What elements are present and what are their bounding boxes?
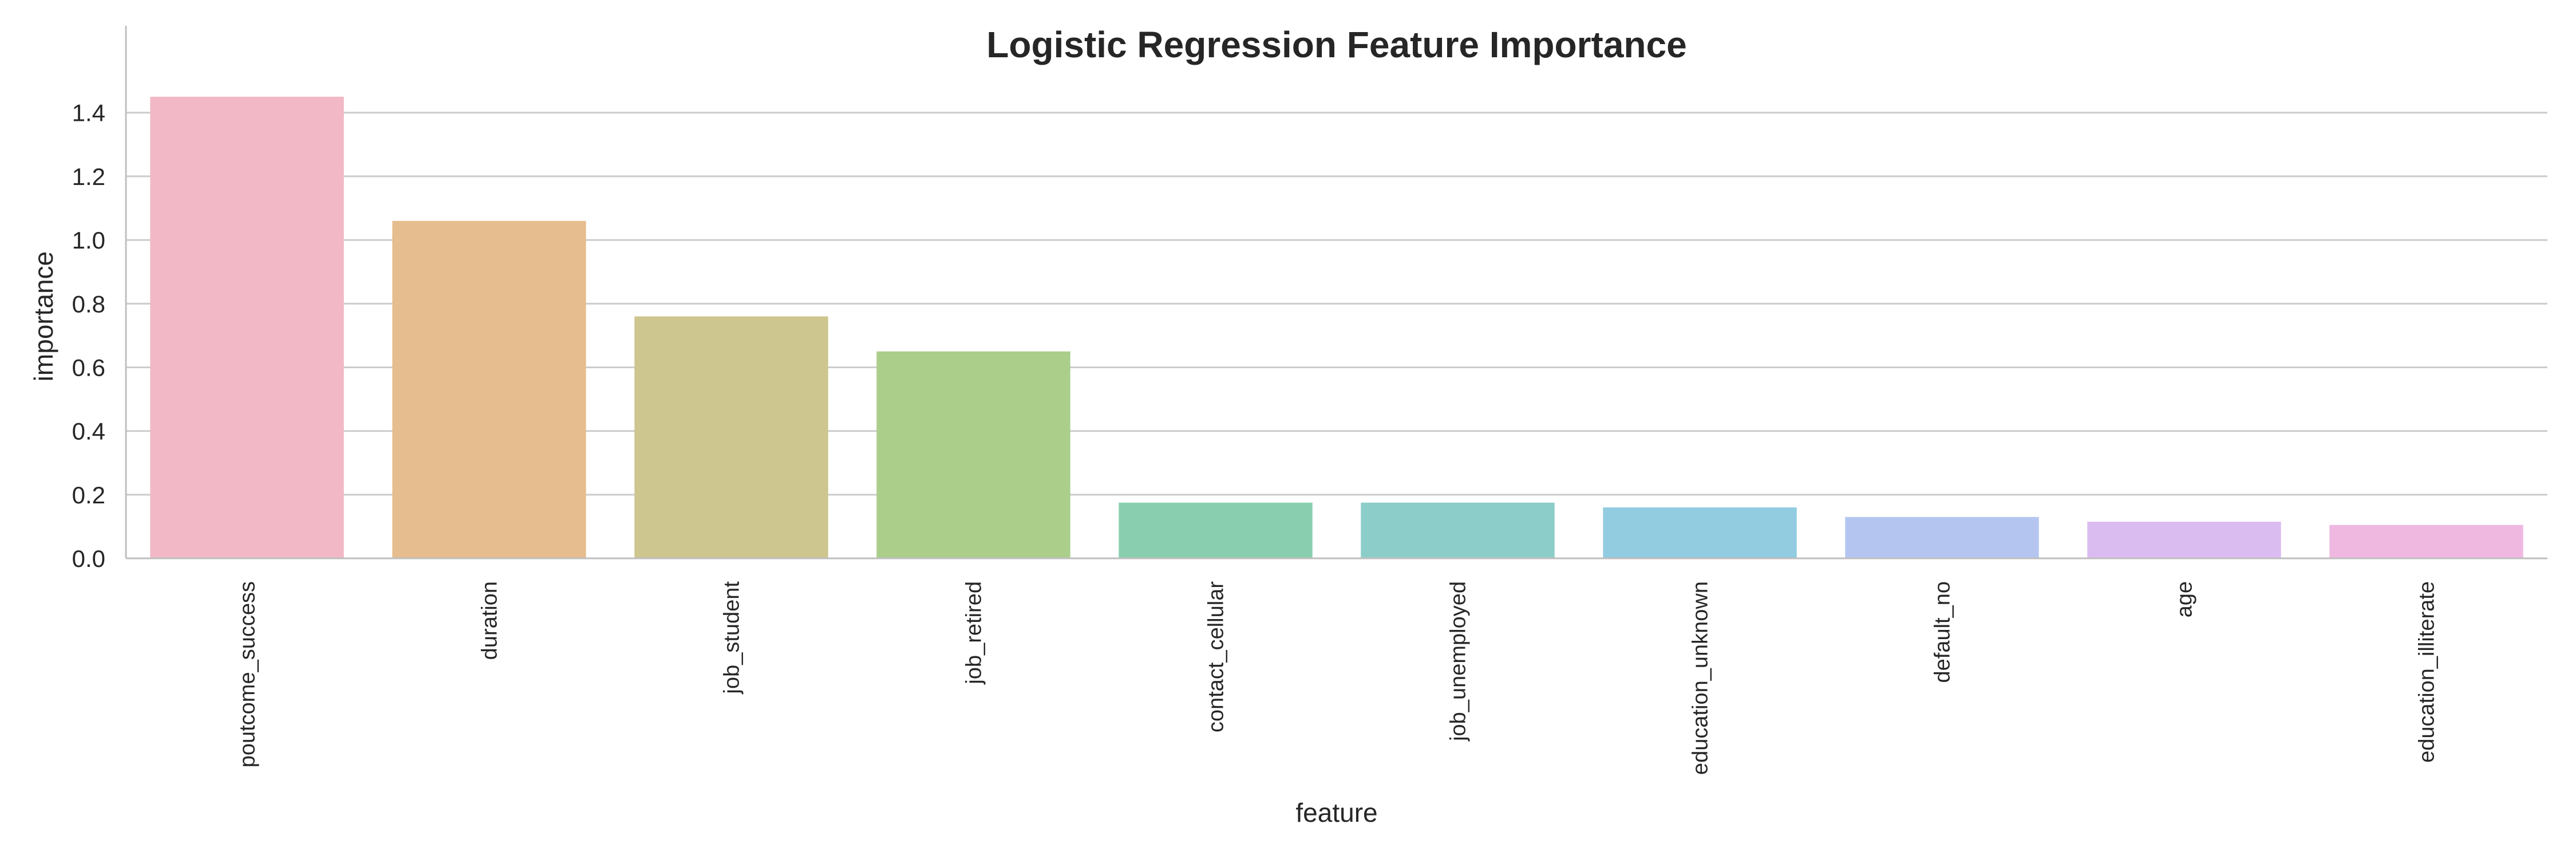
x-tick-labels: poutcome_success duration job_student job_r… [236, 581, 2439, 775]
x-tick-label: job_retired [962, 581, 986, 685]
bars [150, 96, 2523, 558]
x-tick-label: education_unknown [1689, 581, 1713, 775]
bar-contact-cellular [1119, 502, 1313, 558]
y-tick-label: 1.2 [72, 163, 105, 190]
x-tick-label: age [2173, 581, 2197, 617]
bar-duration [392, 220, 586, 558]
y-tick-label: 0.4 [72, 418, 105, 445]
bar-job-unemployed [1361, 502, 1555, 558]
x-axis-label: feature [1295, 798, 1377, 828]
y-tick-label: 0.6 [72, 354, 105, 381]
x-tick-label: default_no [1931, 581, 1955, 683]
x-tick-label: job_student [720, 581, 744, 695]
y-tick-label: 0.0 [72, 545, 105, 572]
y-tick-label: 0.8 [72, 290, 105, 317]
chart-container: 0.0 0.2 0.4 0.6 0.8 1.0 1.2 1.4 poutcome_succes… [0, 0, 2576, 859]
x-tick-label: contact_cellular [1204, 581, 1228, 732]
bar-education-illiterate [2329, 525, 2523, 558]
y-tick-label: 1.4 [72, 100, 105, 127]
y-axis-label: importance [29, 251, 58, 382]
chart-title: Logistic Regression Feature Importance [986, 24, 1686, 65]
x-tick-label: job_unemployed [1447, 581, 1471, 742]
bar-job-retired [876, 351, 1070, 558]
x-tick-label: duration [478, 581, 502, 660]
y-tick-labels: 0.0 0.2 0.4 0.6 0.8 1.0 1.2 1.4 [72, 100, 105, 572]
bar-job-student [634, 316, 828, 558]
bar-poutcome-success [150, 96, 344, 558]
bar-education-unknown [1603, 507, 1797, 558]
bar-default-no [1845, 517, 2039, 558]
x-tick-label: education_illiterate [2415, 581, 2439, 763]
x-tick-label: poutcome_success [236, 581, 260, 767]
y-tick-label: 0.2 [72, 482, 105, 509]
bar-age [2087, 522, 2281, 558]
y-tick-label: 1.0 [72, 227, 105, 254]
bar-chart: 0.0 0.2 0.4 0.6 0.8 1.0 1.2 1.4 poutcome_succes… [29, 24, 2547, 828]
